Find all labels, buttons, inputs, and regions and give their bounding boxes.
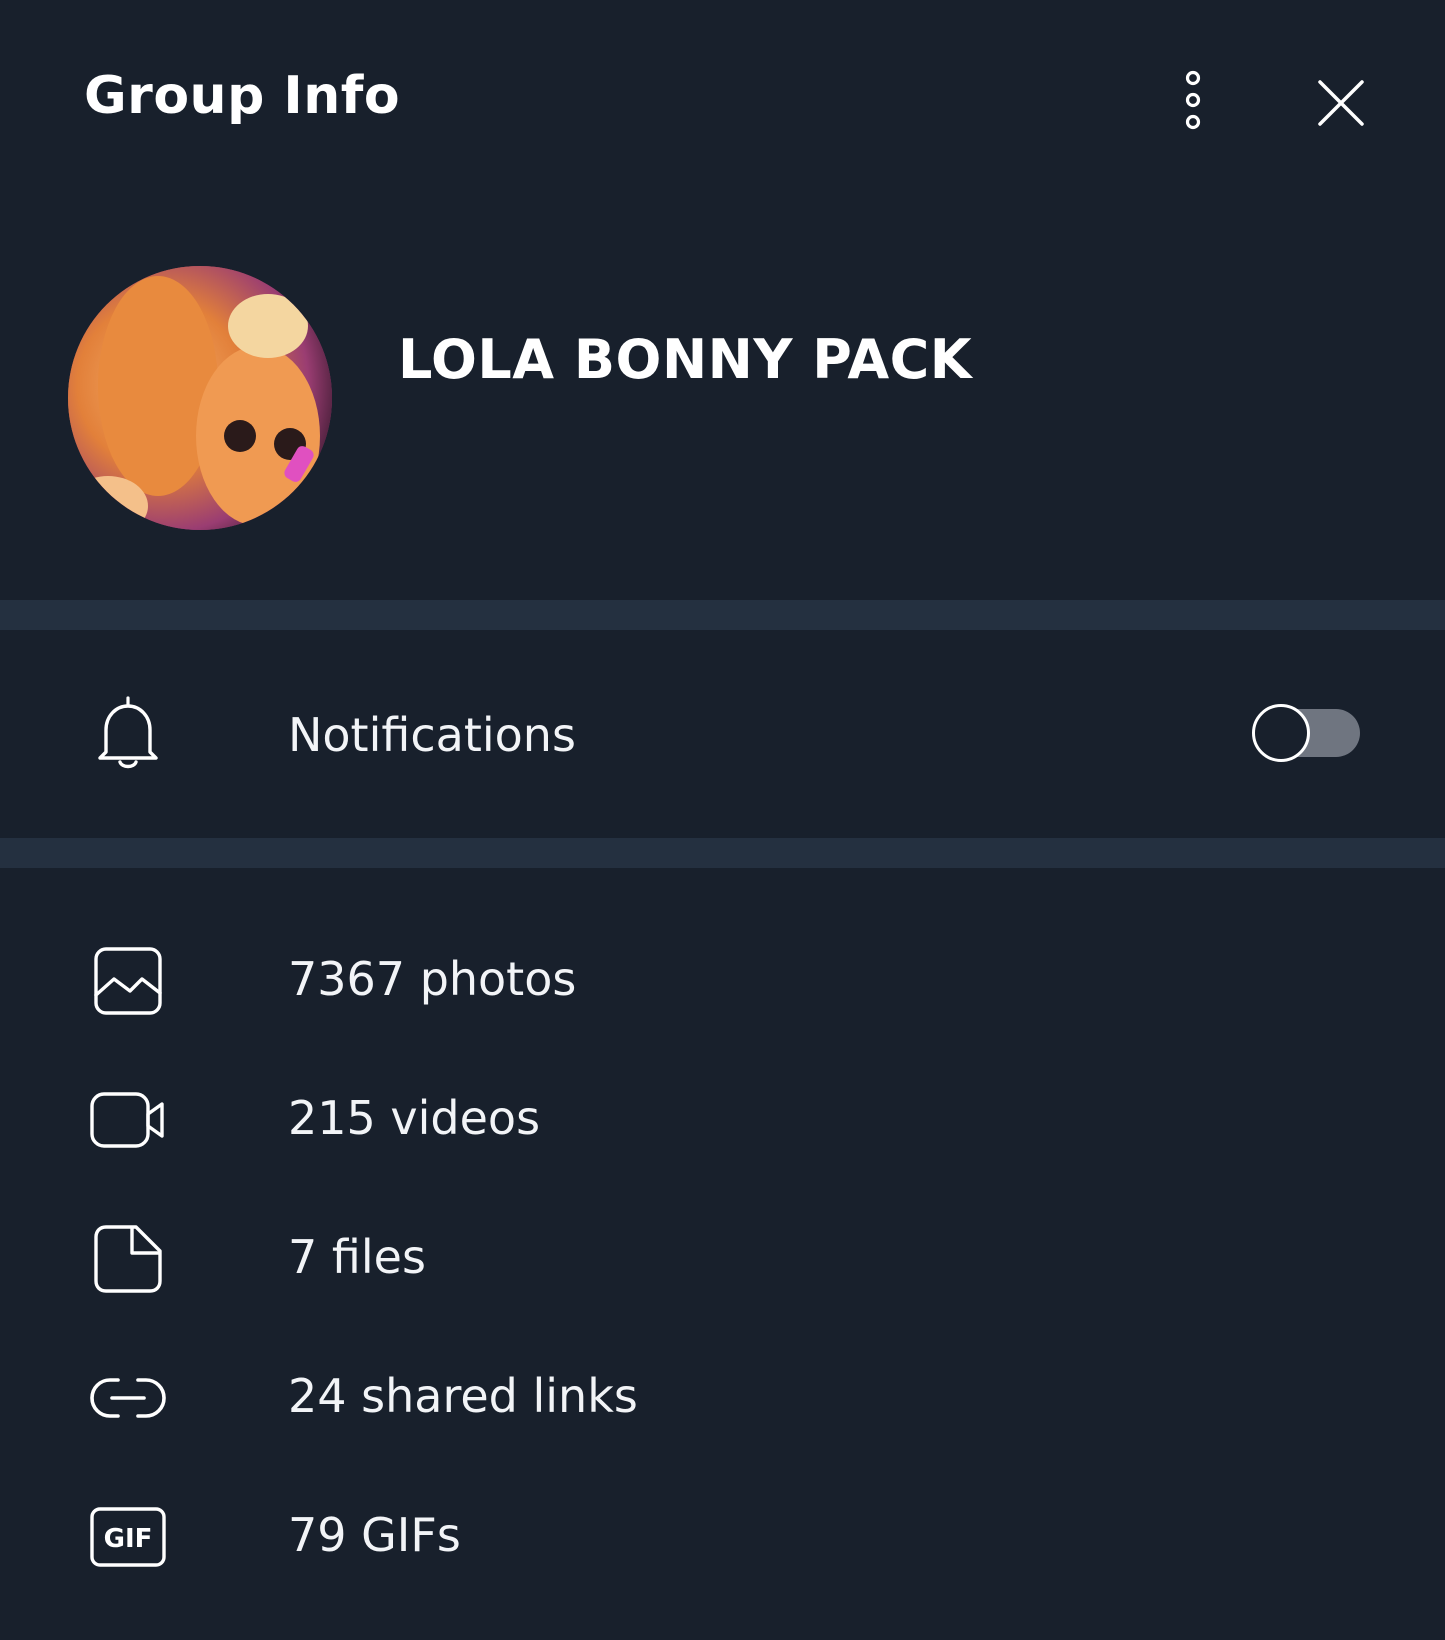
notifications-label: Notifications	[288, 708, 576, 762]
svg-text:GIF: GIF	[104, 1524, 153, 1554]
group-name: LOLA BONNY PACK	[398, 328, 973, 391]
notifications-toggle[interactable]	[1252, 704, 1362, 762]
media-item-label: 24 shared links	[288, 1369, 638, 1423]
media-item-links[interactable]: 24 shared links	[0, 1329, 1445, 1467]
media-item-photos[interactable]: 7367 photos	[0, 912, 1445, 1050]
header: Group Info	[0, 0, 1445, 200]
gif-icon: GIF	[84, 1493, 172, 1581]
more-options-button[interactable]	[1170, 62, 1216, 138]
group-avatar[interactable]	[68, 266, 332, 530]
file-icon	[84, 1215, 172, 1303]
photo-icon	[84, 937, 172, 1025]
group-profile: LOLA BONNY PACK	[0, 200, 1445, 600]
video-icon	[84, 1076, 172, 1164]
media-item-videos[interactable]: 215 videos	[0, 1051, 1445, 1189]
section-divider	[0, 600, 1445, 630]
media-item-gifs[interactable]: GIF 79 GIFs	[0, 1468, 1445, 1606]
avatar-image	[68, 266, 332, 530]
group-info-panel: Group Info LOLA BONNY PACK Notifications…	[0, 0, 1445, 1640]
notifications-row[interactable]: Notifications	[0, 630, 1445, 838]
page-title: Group Info	[84, 66, 401, 126]
more-vertical-icon	[1185, 70, 1201, 130]
link-icon	[84, 1354, 172, 1442]
shared-media-list: 7367 photos 215 videos 7 files 24 shared…	[0, 868, 1445, 1640]
section-divider	[0, 838, 1445, 868]
media-item-label: 7367 photos	[288, 952, 577, 1006]
close-button[interactable]	[1308, 70, 1374, 136]
media-item-files[interactable]: 7 files	[0, 1190, 1445, 1328]
media-item-label: 79 GIFs	[288, 1508, 461, 1562]
close-icon	[1318, 80, 1364, 126]
media-item-label: 7 files	[288, 1230, 426, 1284]
bell-icon	[84, 690, 172, 778]
media-item-label: 215 videos	[288, 1091, 541, 1145]
toggle-knob	[1252, 704, 1310, 762]
